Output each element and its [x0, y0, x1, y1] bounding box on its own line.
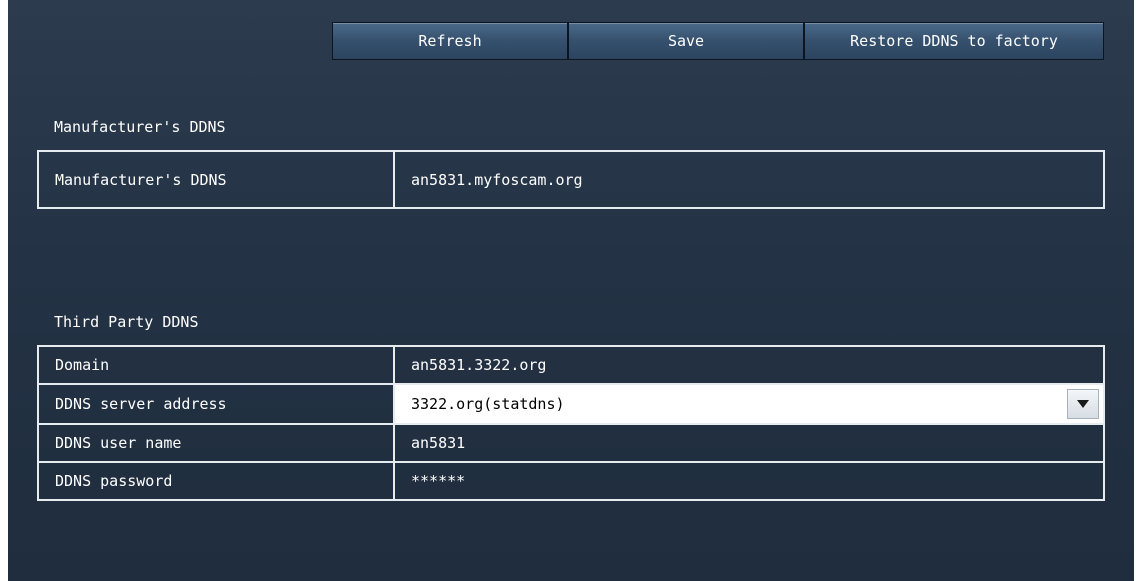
- ddns-server-address-label: DDNS server address: [37, 383, 395, 425]
- table-row: DDNS password ******: [37, 461, 1105, 501]
- restore-ddns-button[interactable]: Restore DDNS to factory: [804, 22, 1104, 60]
- ddns-user-name-label: DDNS user name: [37, 423, 395, 463]
- chevron-down-icon-glyph: [1077, 400, 1089, 408]
- save-button[interactable]: Save: [568, 22, 804, 60]
- manufacturer-ddns-title: Manufacturer's DDNS: [54, 118, 226, 136]
- domain-field[interactable]: an5831.3322.org: [393, 345, 1105, 385]
- manufacturer-ddns-value: an5831.myfoscam.org: [393, 150, 1105, 209]
- ddns-server-address-value: 3322.org(statdns): [411, 395, 565, 413]
- refresh-button[interactable]: Refresh: [332, 22, 568, 60]
- ddns-password-field[interactable]: ******: [393, 461, 1105, 501]
- toolbar: Refresh Save Restore DDNS to factory: [332, 22, 1104, 60]
- ddns-password-label: DDNS password: [37, 461, 395, 501]
- third-party-ddns-table: Domain an5831.3322.org DDNS server addre…: [37, 345, 1105, 501]
- table-row: DDNS user name an5831: [37, 423, 1105, 463]
- table-row: Manufacturer's DDNS an5831.myfoscam.org: [37, 150, 1105, 209]
- ddns-settings-panel: Refresh Save Restore DDNS to factory Man…: [8, 0, 1134, 581]
- third-party-ddns-title: Third Party DDNS: [54, 313, 199, 331]
- ddns-server-address-select[interactable]: 3322.org(statdns): [396, 386, 1102, 422]
- domain-label: Domain: [37, 345, 395, 385]
- chevron-down-icon[interactable]: [1067, 389, 1099, 419]
- table-row: DDNS server address 3322.org(statdns): [37, 383, 1105, 425]
- manufacturer-ddns-table: Manufacturer's DDNS an5831.myfoscam.org: [37, 150, 1105, 209]
- ddns-user-name-field[interactable]: an5831: [393, 423, 1105, 463]
- manufacturer-ddns-label: Manufacturer's DDNS: [37, 150, 395, 209]
- table-row: Domain an5831.3322.org: [37, 345, 1105, 385]
- ddns-server-address-cell: 3322.org(statdns): [393, 383, 1105, 425]
